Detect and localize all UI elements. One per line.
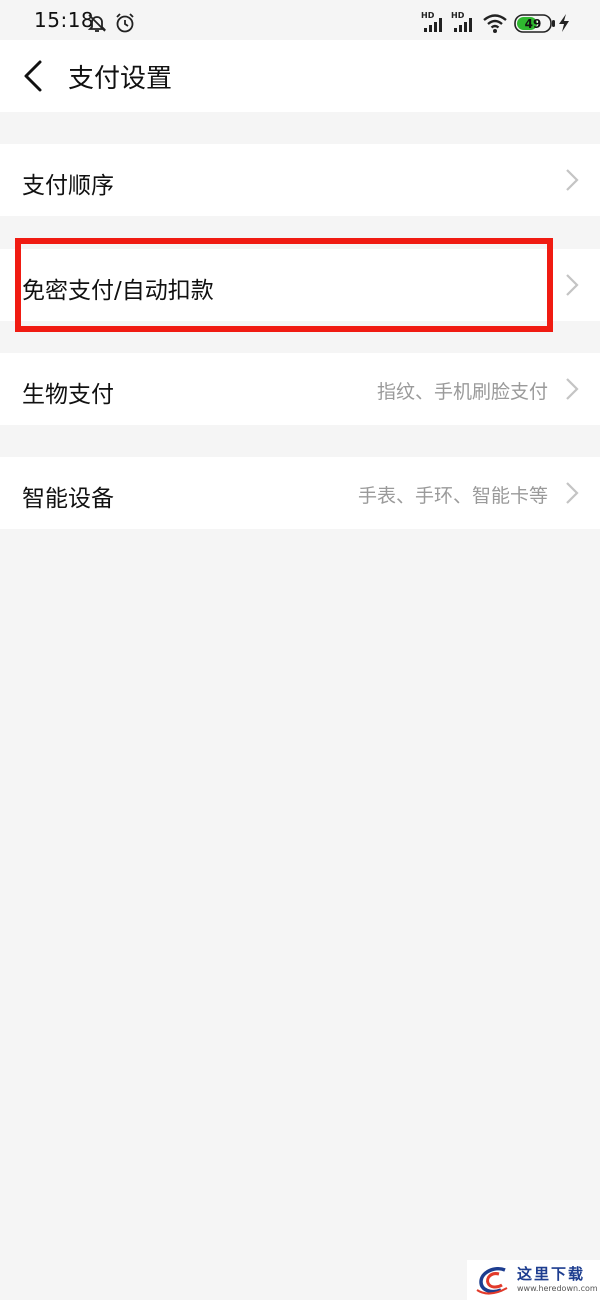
page-title: 支付设置 xyxy=(68,64,173,94)
watermark: 这里下载 www.heredown.com xyxy=(467,1260,600,1300)
battery-icon: 49 xyxy=(514,14,555,33)
back-arrow-icon xyxy=(24,60,42,92)
row-label: 生物支付 xyxy=(22,382,114,408)
row-value: 指纹、手机刷脸支付 xyxy=(376,381,548,403)
svg-text:HD: HD xyxy=(451,11,465,20)
row-label: 智能设备 xyxy=(22,486,114,512)
wifi-icon xyxy=(483,14,507,33)
svg-text:HD: HD xyxy=(421,11,435,20)
watermark-logo-icon xyxy=(476,1267,508,1295)
signal-hd-icon: HD xyxy=(451,11,472,32)
biometric-payment-item[interactable]: 生物支付 指纹、手机刷脸支付 xyxy=(0,353,600,425)
charging-icon xyxy=(559,14,569,32)
nav-bar: 支付设置 xyxy=(0,40,600,112)
row-value: 手表、手环、智能卡等 xyxy=(357,485,548,507)
watermark-url: www.heredown.com xyxy=(517,1284,598,1293)
status-bar: 15:18 HD HD 49 xyxy=(0,0,600,40)
back-button[interactable] xyxy=(14,56,54,96)
chevron-right-icon xyxy=(566,169,579,191)
mute-icon xyxy=(87,14,107,32)
row-label: 支付顺序 xyxy=(22,173,114,199)
alarm-icon xyxy=(116,13,134,33)
watermark-text: 这里下载 xyxy=(517,1265,586,1283)
payment-order-item[interactable]: 支付顺序 xyxy=(0,144,600,216)
chevron-right-icon xyxy=(566,482,579,504)
signal-hd-icon: HD xyxy=(421,11,442,32)
svg-text:49: 49 xyxy=(525,17,542,31)
row-label: 免密支付/自动扣款 xyxy=(22,278,214,304)
password-free-payment-item[interactable]: 免密支付/自动扣款 xyxy=(0,249,600,321)
chevron-right-icon xyxy=(566,274,579,296)
chevron-right-icon xyxy=(566,378,579,400)
smart-devices-item[interactable]: 智能设备 手表、手环、智能卡等 xyxy=(0,457,600,529)
